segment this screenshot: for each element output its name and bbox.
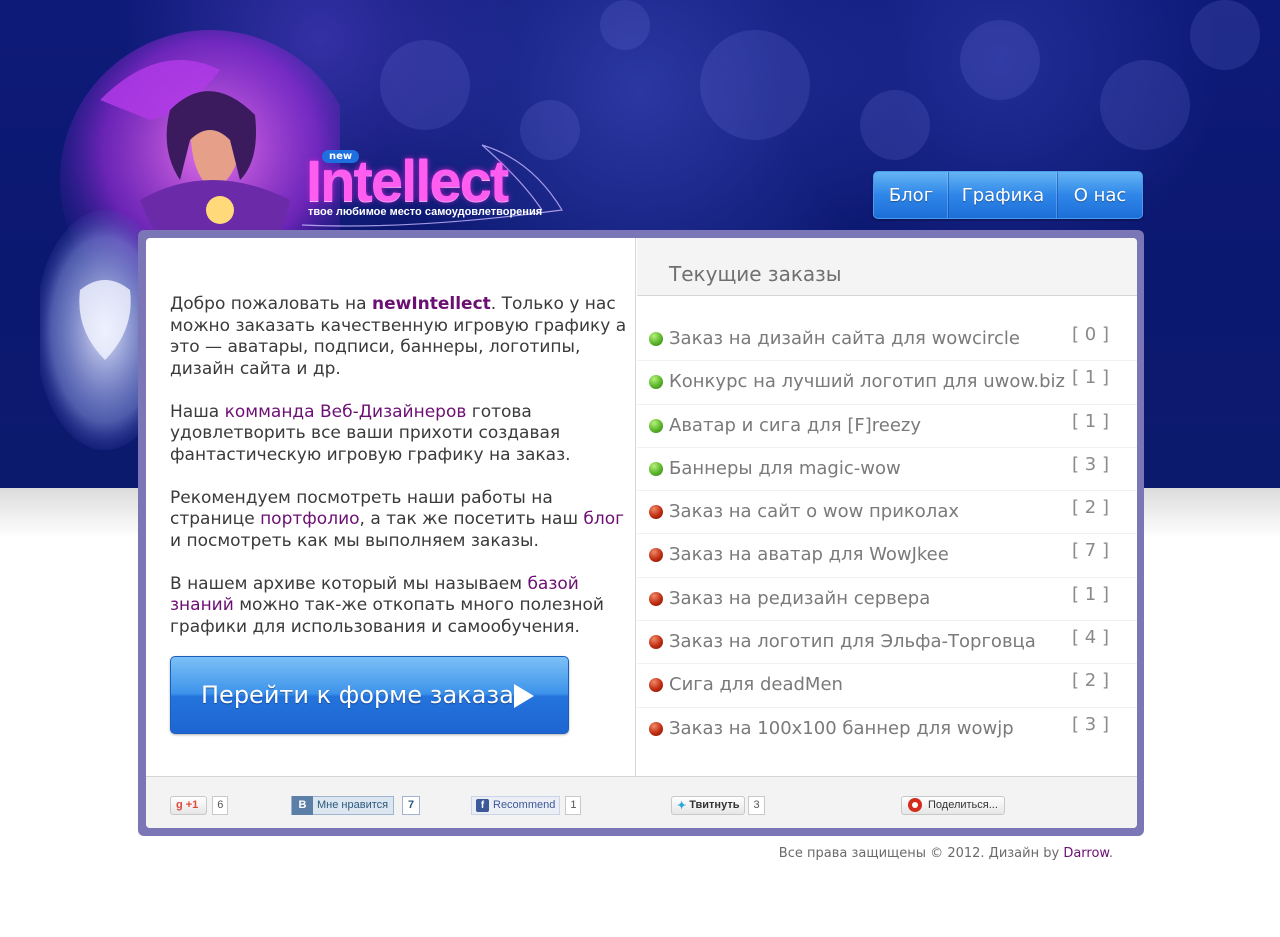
- order-item[interactable]: Аватар и сига для [F]reezy [ 1 ]: [637, 405, 1137, 448]
- order-title: Аватар и сига для [F]reezy: [669, 414, 921, 436]
- twitter-button[interactable]: ✦ Твитнуть: [671, 795, 746, 815]
- gplus-count: 6: [212, 795, 229, 815]
- status-dot-icon: [649, 548, 663, 563]
- status-dot-icon: [649, 461, 663, 476]
- designer-link[interactable]: Darrow: [1063, 846, 1109, 861]
- status-dot-icon: [649, 635, 663, 650]
- intro-text: Добро пожаловать на newIntellect. Только…: [170, 294, 630, 660]
- logo-tagline: твое любимое место самоудовлетворения: [308, 206, 543, 218]
- order-item[interactable]: Заказ на аватар для WowJkee [ 7 ]: [637, 534, 1137, 578]
- gplus-button[interactable]: g +1: [170, 795, 208, 815]
- portfolio-link[interactable]: портфолио: [260, 509, 359, 529]
- order-count: [ 2 ]: [1072, 497, 1109, 519]
- order-item[interactable]: Заказ на логотип для Эльфа-Торговца [ 4 …: [637, 621, 1137, 665]
- order-item[interactable]: Конкурс на лучший логотип для uwow.biz […: [637, 361, 1137, 405]
- order-form-button-label: Перейти к форме заказа: [201, 681, 514, 709]
- order-count: [ 4 ]: [1072, 627, 1109, 649]
- yandex-share-icon: [908, 798, 922, 812]
- main-nav: Блог Графика О нас: [873, 171, 1143, 219]
- order-title: Конкурс на лучший логотип для uwow.biz: [669, 371, 1065, 393]
- status-dot-icon: [649, 678, 663, 693]
- nav-item-about[interactable]: О нас: [1058, 172, 1142, 218]
- order-title: Заказ на сайт о wow приколах: [669, 501, 959, 523]
- vk-count: 7: [402, 795, 421, 815]
- order-item[interactable]: Сига для deadMen [ 2 ]: [637, 664, 1137, 708]
- order-title: Заказ на аватар для WowJkee: [669, 544, 949, 566]
- intro-paragraph-2: Наша комманда Веб-Дизайнеров готова удов…: [170, 401, 571, 465]
- order-item[interactable]: Баннеры для magic-wow [ 3 ]: [637, 448, 1137, 492]
- orders-heading: Текущие заказы: [637, 238, 1137, 296]
- orders-list: Заказ на дизайн сайта для wowcircle [ 0 …: [637, 318, 1137, 751]
- order-item[interactable]: Заказ на редизайн сервера [ 1 ]: [637, 578, 1137, 622]
- intro-paragraph-1: Добро пожаловать на newIntellect. Только…: [170, 294, 627, 379]
- order-count: [ 2 ]: [1072, 670, 1109, 692]
- order-title: Сига для deadMen: [669, 674, 843, 696]
- order-count: [ 3 ]: [1072, 453, 1109, 475]
- brand-name: newIntellect: [371, 294, 491, 314]
- order-title: Баннеры для magic-wow: [669, 457, 901, 479]
- intro-paragraph-3: Рекомендуем посмотреть наши работы на ст…: [170, 487, 625, 551]
- vk-icon: B: [292, 795, 313, 815]
- status-dot-icon: [649, 591, 663, 606]
- facebook-label: Recommend: [493, 799, 556, 811]
- blog-link[interactable]: блог: [583, 509, 624, 529]
- twitter-bird-icon: ✦: [677, 799, 687, 812]
- intro-column: Добро пожаловать на newIntellect. Только…: [146, 238, 636, 776]
- vk-label: Мне нравится: [317, 799, 389, 811]
- order-title: Заказ на логотип для Эльфа-Торговца: [669, 631, 1036, 653]
- site-logo[interactable]: new Intellect твое любимое место самоудо…: [292, 140, 572, 230]
- order-item[interactable]: Заказ на сайт о wow приколах [ 2 ]: [637, 491, 1137, 535]
- vk-like-button[interactable]: B Мне нравится: [291, 795, 395, 815]
- status-dot-icon: [649, 721, 663, 736]
- order-item[interactable]: Заказ на 100x100 баннер для wowjp [ 3 ]: [637, 708, 1137, 751]
- nav-item-blog[interactable]: Блог: [874, 172, 949, 218]
- order-count: [ 0 ]: [1072, 324, 1109, 345]
- order-title: Заказ на редизайн сервера: [669, 587, 931, 609]
- status-dot-icon: [649, 418, 663, 433]
- intro-paragraph-4: В нашем архиве который мы называем базой…: [170, 573, 604, 637]
- play-arrow-icon: [514, 684, 534, 708]
- yandex-share-button[interactable]: Поделиться...: [901, 795, 1005, 815]
- orders-column: Текущие заказы Заказ на дизайн сайта для…: [637, 238, 1137, 776]
- logo-wordmark: Intellect: [306, 149, 509, 214]
- footer-copyright: Все права защищены © 2012. Дизайн by: [778, 846, 1064, 861]
- gplus-label: +1: [185, 799, 199, 811]
- order-item[interactable]: Заказ на дизайн сайта для wowcircle [ 0 …: [637, 318, 1137, 362]
- yandex-share-label: Поделиться...: [928, 799, 998, 811]
- facebook-count: 1: [565, 795, 582, 815]
- twitter-count: 3: [748, 795, 765, 815]
- facebook-icon: f: [476, 798, 489, 812]
- order-count: [ 1 ]: [1072, 367, 1109, 389]
- order-count: [ 1 ]: [1072, 410, 1109, 432]
- nav-item-graphics[interactable]: Графика: [949, 172, 1058, 218]
- order-count: [ 7 ]: [1072, 540, 1109, 562]
- designers-team-link[interactable]: комманда Веб-Дизайнеров: [225, 402, 467, 422]
- facebook-widget: f Recommend 1: [471, 795, 582, 815]
- order-title: Заказ на дизайн сайта для wowcircle: [669, 328, 1020, 349]
- yandex-share-widget: Поделиться...: [901, 795, 1005, 815]
- order-count: [ 3 ]: [1072, 713, 1109, 735]
- status-dot-icon: [649, 332, 663, 346]
- vk-widget: B Мне нравится 7: [291, 795, 421, 815]
- gplus-icon: g: [176, 799, 183, 811]
- status-dot-icon: [649, 505, 663, 520]
- order-title: Заказ на 100x100 баннер для wowjp: [669, 717, 1014, 739]
- status-dot-icon: [649, 375, 663, 390]
- facebook-recommend-button[interactable]: f Recommend: [471, 795, 561, 815]
- twitter-label: Твитнуть: [689, 799, 740, 811]
- order-form-button[interactable]: Перейти к форме заказа: [170, 656, 569, 734]
- content-panel: Добро пожаловать на newIntellect. Только…: [146, 238, 1137, 828]
- social-share-bar: g +1 6 B Мне нравится 7 f Recommend 1 ✦ …: [146, 776, 1137, 828]
- gplus-widget: g +1 6: [170, 795, 229, 815]
- footer: Все права защищены © 2012. Дизайн by Dar…: [778, 846, 1113, 861]
- order-count: [ 1 ]: [1072, 583, 1109, 605]
- twitter-widget: ✦ Твитнуть 3: [671, 795, 765, 815]
